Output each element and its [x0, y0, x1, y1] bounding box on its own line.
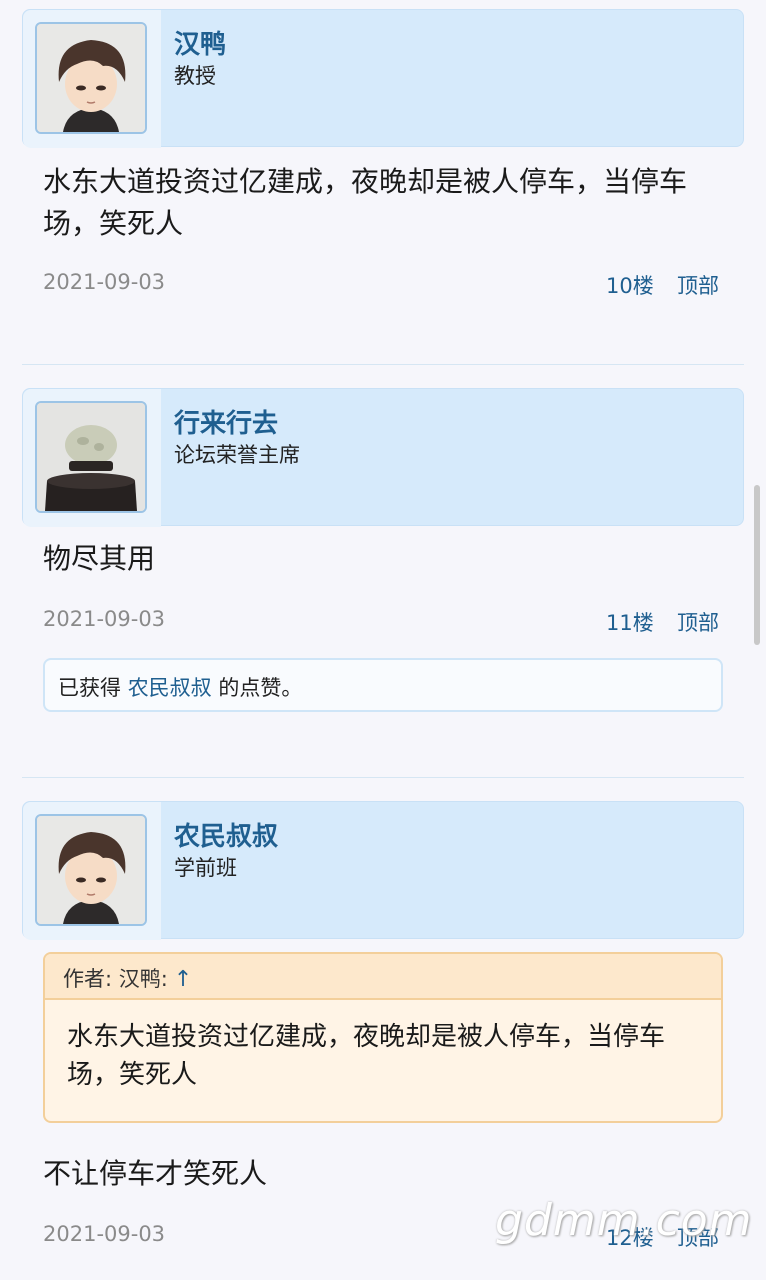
post-header: 汉鸭 教授 — [22, 9, 744, 148]
quote-text: 水东大道投资过亿建成，夜晚却是被人停车，当停车场，笑死人 — [67, 1022, 666, 1090]
arrow-up-icon[interactable]: ↑ — [174, 967, 192, 992]
post-content: 不让停车才笑死人 — [43, 1157, 268, 1190]
user-rank: 论坛荣誉主席 — [174, 443, 300, 467]
post-content: 物尽其用 — [43, 542, 156, 575]
avatar-frame — [23, 802, 161, 940]
post-date: 2021-09-03 — [43, 607, 166, 631]
avatar-frame — [23, 10, 161, 148]
quote-box: 作者: 汉鸭: ↑ 水东大道投资过亿建成，夜晚却是被人停车，当停车场，笑死人 — [43, 952, 723, 1123]
post-date: 2021-09-03 — [43, 270, 166, 294]
back-to-top-link[interactable]: 顶部 — [677, 270, 719, 300]
post-header: 行来行去 论坛荣誉主席 — [22, 388, 744, 527]
cartoon-boy-avatar-icon[interactable] — [35, 22, 147, 134]
like-prefix: 已获得 — [58, 676, 121, 700]
username[interactable]: 汉鸭 — [174, 24, 226, 61]
post-date: 2021-09-03 — [43, 1222, 166, 1246]
user-rank: 学前班 — [174, 856, 237, 880]
jade-ornament-avatar-icon[interactable] — [35, 401, 147, 513]
scrollbar[interactable] — [754, 485, 760, 645]
post-divider — [22, 777, 744, 778]
avatar-frame — [23, 389, 161, 527]
watermark-logo: gdmm.com — [495, 1195, 753, 1246]
user-rank: 教授 — [174, 64, 216, 88]
username[interactable]: 行来行去 — [174, 403, 278, 440]
post-divider — [22, 364, 744, 365]
like-notice: 已获得 农民叔叔 的点赞。 — [43, 658, 723, 712]
floor-number-link[interactable]: 10楼 — [606, 270, 654, 300]
quote-author: 作者: 汉鸭: — [63, 967, 168, 991]
quote-header: 作者: 汉鸭: ↑ — [45, 954, 721, 1000]
back-to-top-link[interactable]: 顶部 — [677, 607, 719, 637]
floor-number-link[interactable]: 11楼 — [606, 607, 654, 637]
post-header: 农民叔叔 学前班 — [22, 801, 744, 940]
like-username-link[interactable]: 农民叔叔 — [128, 676, 212, 700]
username[interactable]: 农民叔叔 — [174, 816, 278, 853]
like-suffix: 的点赞。 — [218, 676, 303, 700]
post-content: 水东大道投资过亿建成，夜晚却是被人停车，当停车场，笑死人 — [43, 165, 688, 240]
cartoon-boy-avatar-icon[interactable] — [35, 814, 147, 926]
